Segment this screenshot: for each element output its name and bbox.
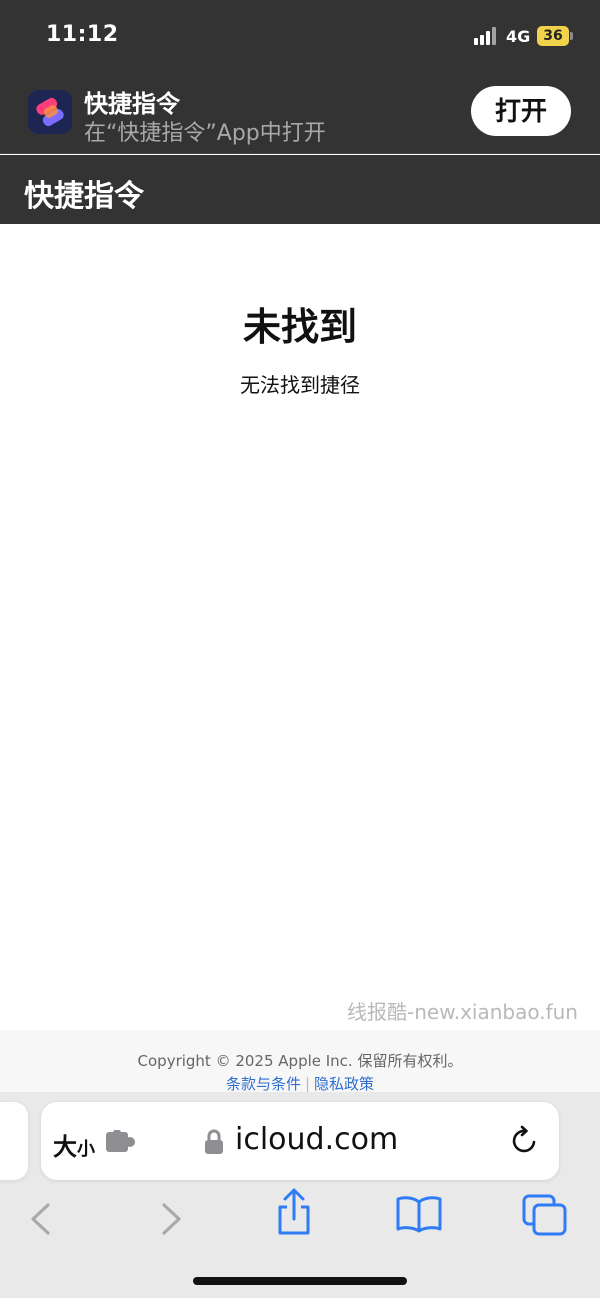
app-subtitle: 在“快捷指令”App中打开 (84, 121, 326, 146)
footer-links: 条款与条件 | 隐私政策 (225, 1075, 375, 1093)
battery-level: 36 (537, 26, 569, 46)
terms-link[interactable]: 条款与条件 (226, 1075, 301, 1093)
previous-tab-preview[interactable] (0, 1102, 28, 1180)
error-message: 无法找到捷径 (240, 373, 360, 397)
app-name: 快捷指令 (84, 90, 180, 118)
share-icon[interactable] (274, 1188, 314, 1236)
status-bar: 11:12 4G 36 (0, 0, 600, 72)
page-footer: Copyright © 2025 Apple Inc. 保留所有权利。 条款与条… (0, 1030, 600, 1093)
url-text[interactable]: icloud.com (235, 1122, 398, 1157)
forward-icon[interactable] (156, 1202, 186, 1236)
home-indicator[interactable] (193, 1277, 407, 1285)
copyright-text: Copyright © 2025 Apple Inc. 保留所有权利。 (137, 1052, 463, 1070)
open-app-button[interactable]: 打开 (471, 86, 571, 136)
error-title: 未找到 (242, 305, 357, 349)
battery-icon: 36 (537, 26, 573, 46)
address-bar[interactable]: 大小 icloud.com (41, 1102, 559, 1180)
back-icon[interactable] (26, 1202, 56, 1236)
puzzle-icon[interactable] (105, 1130, 137, 1154)
page-size-button[interactable]: 大小 (53, 1127, 95, 1162)
network-type: 4G (506, 27, 531, 46)
privacy-link[interactable]: 隐私政策 (314, 1075, 374, 1093)
site-header: 快捷指令 (0, 155, 600, 224)
page: 11:12 4G 36 快捷指令 在“快捷指令”App中打开 打开 快捷指令 未… (0, 0, 600, 1298)
tabs-icon[interactable] (522, 1194, 568, 1236)
status-time: 11:12 (46, 22, 119, 47)
watermark: 线报酷-new.xianbao.fun (347, 1000, 578, 1024)
site-title[interactable]: 快捷指令 (24, 171, 144, 215)
signal-strength-icon (474, 27, 500, 45)
reload-icon[interactable] (509, 1125, 541, 1157)
smart-app-banner: 快捷指令 在“快捷指令”App中打开 打开 (0, 72, 600, 154)
lock-icon (205, 1129, 223, 1154)
bookmarks-icon[interactable] (395, 1195, 443, 1233)
shortcuts-app-icon[interactable] (28, 90, 72, 134)
